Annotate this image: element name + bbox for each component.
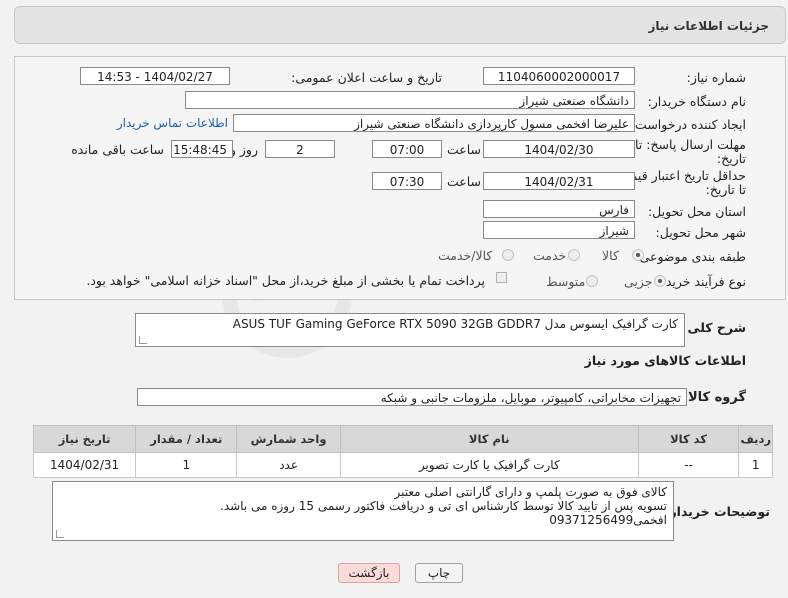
category-radio-goods-service[interactable] [502,249,514,261]
category-radio-goods[interactable] [632,249,644,261]
cell-quantity: 1 [135,452,238,478]
category-radio-service[interactable] [568,249,580,261]
remaining-time-label: ساعت باقی مانده [71,142,164,157]
purchase-type-label: نوع فرآیند خرید : [657,274,746,289]
description-text: کارت گرافیک ایسوس مدل ASUS TUF Gaming Ge… [232,317,678,331]
deadline-time-field: 07:00 [372,140,442,158]
buyer-note-line: کالای فوق به صورت پلمپ و دارای گارانتی ا… [394,485,667,499]
back-button[interactable]: بازگشت [338,563,400,583]
cell-code: -- [637,452,740,478]
deadline-time-label: ساعت [446,142,481,157]
purchase-radio-medium[interactable] [586,275,598,287]
table-row: 1 -- کارت گرافیک یا کارت تصویر عدد 1 140… [32,452,773,478]
col-row: ردیف [738,425,773,453]
goods-group-field: تجهیزات مخابراتی، کامپیوتر، موبایل، ملزو… [137,388,687,406]
need-number-field: 1104060002000017 [483,67,635,85]
category-option-goods-service: کالا/خدمت [438,248,493,263]
treasury-checkbox[interactable] [496,272,507,283]
cell-name: کارت گرافیک یا کارت تصویر [339,452,639,478]
buyer-org-label: نام دستگاه خریدار: [647,94,746,109]
items-table: ردیف کد کالا نام کالا واحد شمارش تعداد /… [32,425,773,478]
category-label: طبقه بندی موضوعی: [635,249,746,264]
validity-time-label: ساعت [446,174,481,189]
category-option-service: خدمت [533,248,567,263]
announce-date-label: تاریخ و ساعت اعلان عمومی: [291,70,442,85]
validity-time-field: 07:30 [372,172,442,190]
buyer-note-line: تسویه پس از تایید کالا توسط کارشناس ای ت… [220,499,667,513]
validity-date-field: 1404/02/31 [483,172,635,190]
cell-unit: عدد [236,452,341,478]
col-unit: واحد شمارش [236,425,341,453]
buyer-org-field: دانشگاه صنعتی شیراز [185,91,635,109]
province-field: فارس [483,200,635,218]
requester-field: علیرضا افخمی مسول کارپردازی دانشگاه صنعت… [233,114,635,132]
resize-handle[interactable] [139,336,147,344]
col-name: نام کالا [339,425,639,453]
buyer-note-line: افخمی09371256499 [549,513,667,527]
buyer-notes-textarea[interactable]: کالای فوق به صورت پلمپ و دارای گارانتی ا… [52,481,674,541]
page-title: جزئیات اطلاعات نیاز [648,19,769,33]
cell-need-date: 1404/02/31 [32,452,137,478]
city-field: شیراز [483,221,635,239]
deadline-label: مهلت ارسال پاسخ: تا [635,137,746,152]
announce-date-field: 1404/02/27 - 14:53 [80,67,230,85]
page-header: جزئیات اطلاعات نیاز [14,6,786,44]
contact-info-link[interactable]: اطلاعات تماس خریدار [117,116,228,130]
purchase-option-medium: متوسط [546,274,586,289]
cell-row: 1 [738,452,773,478]
col-need-date: تاریخ نیاز [32,425,137,453]
days-label: روز و [229,142,258,157]
col-code: کد کالا [637,425,740,453]
price-validity-label-date: تا تاریخ: [705,182,746,197]
deadline-label-date: تاریخ: [716,151,746,166]
requester-label: ایجاد کننده درخواست: [630,117,746,132]
province-label: استان محل تحویل: [647,204,746,219]
deadline-date-field: 1404/02/30 [483,140,635,158]
buyer-notes-label: توضیحات خریدار: [664,504,770,519]
treasury-note: پرداخت تمام یا بخشی از مبلغ خرید،از محل … [86,273,485,288]
print-button[interactable]: چاپ [415,563,463,583]
table-header-row: ردیف کد کالا نام کالا واحد شمارش تعداد /… [32,425,773,453]
category-option-goods: کالا [602,248,619,263]
resize-handle[interactable] [56,530,64,538]
goods-info-title: اطلاعات کالاهای مورد نیاز [584,353,746,368]
purchase-option-minor: جزیی [624,274,653,289]
goods-group-label: گروه کالا: [682,390,746,405]
days-remaining-field: 2 [265,140,335,158]
purchase-radio-minor[interactable] [654,275,666,287]
need-number-label: شماره نیاز: [686,70,746,85]
remaining-time-field: 15:48:45 [171,140,233,158]
city-label: شهر محل تحویل: [655,225,746,240]
description-textarea[interactable]: کارت گرافیک ایسوس مدل ASUS TUF Gaming Ge… [135,313,685,347]
col-quantity: تعداد / مقدار [135,425,238,453]
